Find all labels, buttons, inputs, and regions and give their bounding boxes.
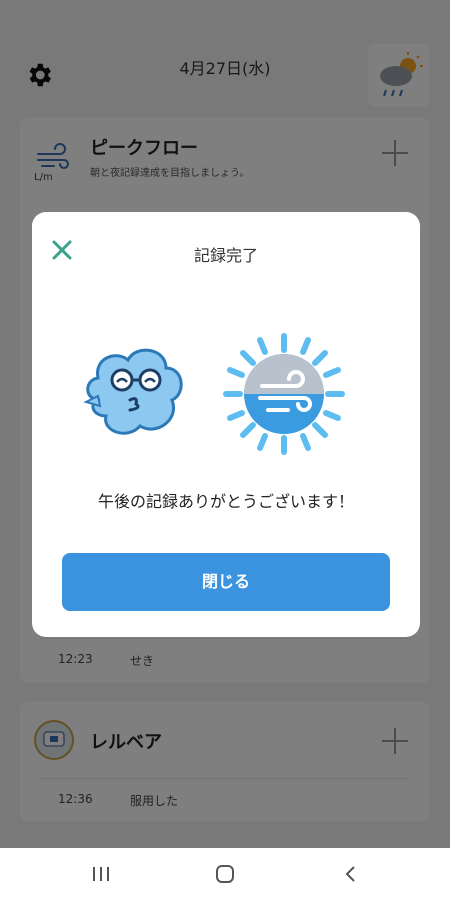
mascot-character-icon (83, 348, 183, 435)
close-button[interactable]: 閉じる (62, 553, 390, 611)
home-icon[interactable] (210, 862, 240, 886)
thanks-message: 午後の記録ありがとうございます！ (97, 492, 354, 511)
dialog-title: 記録完了 (193, 246, 258, 265)
back-icon[interactable] (336, 862, 366, 886)
system-navigation-bar (0, 848, 450, 900)
record-complete-dialog: 記録完了 午後の記録ありがとうございます！ 閉じる (32, 212, 420, 637)
wind-sun-badge-icon (223, 333, 345, 455)
recent-apps-icon[interactable] (86, 862, 116, 886)
